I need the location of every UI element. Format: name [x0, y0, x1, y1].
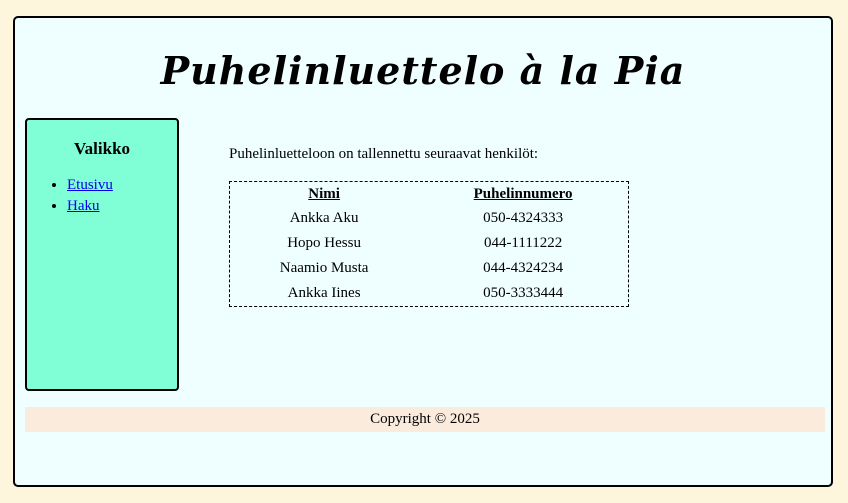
haku-link[interactable]: Haku — [67, 198, 100, 214]
intro-text: Puhelinluetteloon on tallennettu seuraav… — [229, 146, 539, 162]
page-frame: Puhelinluettelo à la Pia Valikko Etusivu… — [13, 16, 833, 487]
contacts-table: Nimi Puhelinnumero Ankka Aku 050-4324333… — [229, 181, 629, 307]
contact-phone: 044-1111222 — [483, 235, 563, 251]
table-row: Ankka Aku 050-4324333 — [230, 206, 628, 231]
footer-copyright: Copyright © 2025 — [25, 407, 825, 432]
contact-name: Ankka Iines — [287, 285, 361, 301]
contact-phone: 050-4324333 — [483, 210, 564, 226]
main-content: Puhelinluetteloon on tallennettu seuraav… — [229, 146, 789, 307]
contact-name: Hopo Hessu — [287, 235, 361, 251]
sidebar-link-list: Etusivu Haku — [27, 177, 177, 215]
contact-phone: 044-4324234 — [483, 260, 564, 276]
contact-name: Naamio Musta — [279, 260, 369, 276]
contact-phone: 050-3333444 — [483, 285, 564, 301]
sidebar-item-haku: Haku — [67, 198, 177, 215]
sidebar-menu: Valikko Etusivu Haku — [25, 118, 179, 391]
table-row: Ankka Iines 050-3333444 — [230, 281, 628, 306]
column-header-name: Nimi — [308, 186, 340, 202]
contact-name: Ankka Aku — [289, 210, 359, 226]
table-row: Hopo Hessu 044-1111222 — [230, 231, 628, 256]
sidebar-item-etusivu: Etusivu — [67, 177, 177, 194]
table-row: Naamio Musta 044-4324234 — [230, 256, 628, 281]
column-header-phone: Puhelinnumero — [473, 186, 573, 202]
etusivu-link[interactable]: Etusivu — [67, 177, 113, 193]
sidebar-title: Valikko — [73, 139, 131, 158]
table-header-row: Nimi Puhelinnumero — [230, 182, 628, 206]
site-title: Puhelinluettelo à la Pia — [160, 48, 686, 93]
